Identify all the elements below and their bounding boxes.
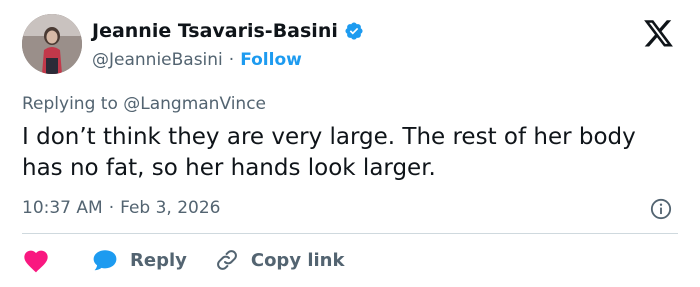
- author-handle[interactable]: @JeannieBasini: [92, 50, 223, 70]
- reply-label[interactable]: Reply: [130, 250, 187, 271]
- tweet-text: I don’t think they are very large. The r…: [22, 124, 636, 181]
- info-icon[interactable]: [650, 198, 672, 220]
- verified-badge-icon: [344, 21, 364, 41]
- replying-to-prefix: Replying to: [22, 94, 118, 114]
- heart-icon[interactable]: [22, 247, 50, 273]
- tweet-time[interactable]: 10:37 AM: [22, 198, 103, 218]
- reply-button[interactable]: Reply: [50, 248, 187, 272]
- avatar[interactable]: [22, 14, 82, 74]
- divider: [22, 233, 678, 234]
- copy-link-button[interactable]: Copy link: [187, 248, 345, 272]
- speech-bubble-icon[interactable]: [92, 248, 118, 272]
- separator-dot: ·: [108, 198, 115, 218]
- author-handle-row: @JeannieBasini · Follow: [92, 48, 302, 72]
- like-button[interactable]: [22, 247, 50, 273]
- tweet-date[interactable]: Feb 3, 2026: [120, 198, 220, 218]
- copy-link-label[interactable]: Copy link: [251, 250, 345, 271]
- author-name-row: Jeannie Tsavaris-Basini: [92, 18, 364, 44]
- replying-to: Replying to @LangmanVince: [22, 94, 266, 114]
- tweet-card: Jeannie Tsavaris-Basini @JeannieBasini ·…: [0, 0, 700, 287]
- follow-button[interactable]: Follow: [240, 50, 302, 70]
- replying-to-mention[interactable]: @LangmanVince: [123, 94, 266, 114]
- link-icon[interactable]: [215, 248, 239, 272]
- x-logo-icon[interactable]: [644, 20, 674, 48]
- separator-dot: ·: [228, 50, 235, 70]
- author-display-name[interactable]: Jeannie Tsavaris-Basini: [92, 20, 338, 42]
- tweet-timestamp[interactable]: 10:37 AM · Feb 3, 2026: [22, 198, 221, 218]
- action-bar: Reply Copy link: [22, 244, 344, 276]
